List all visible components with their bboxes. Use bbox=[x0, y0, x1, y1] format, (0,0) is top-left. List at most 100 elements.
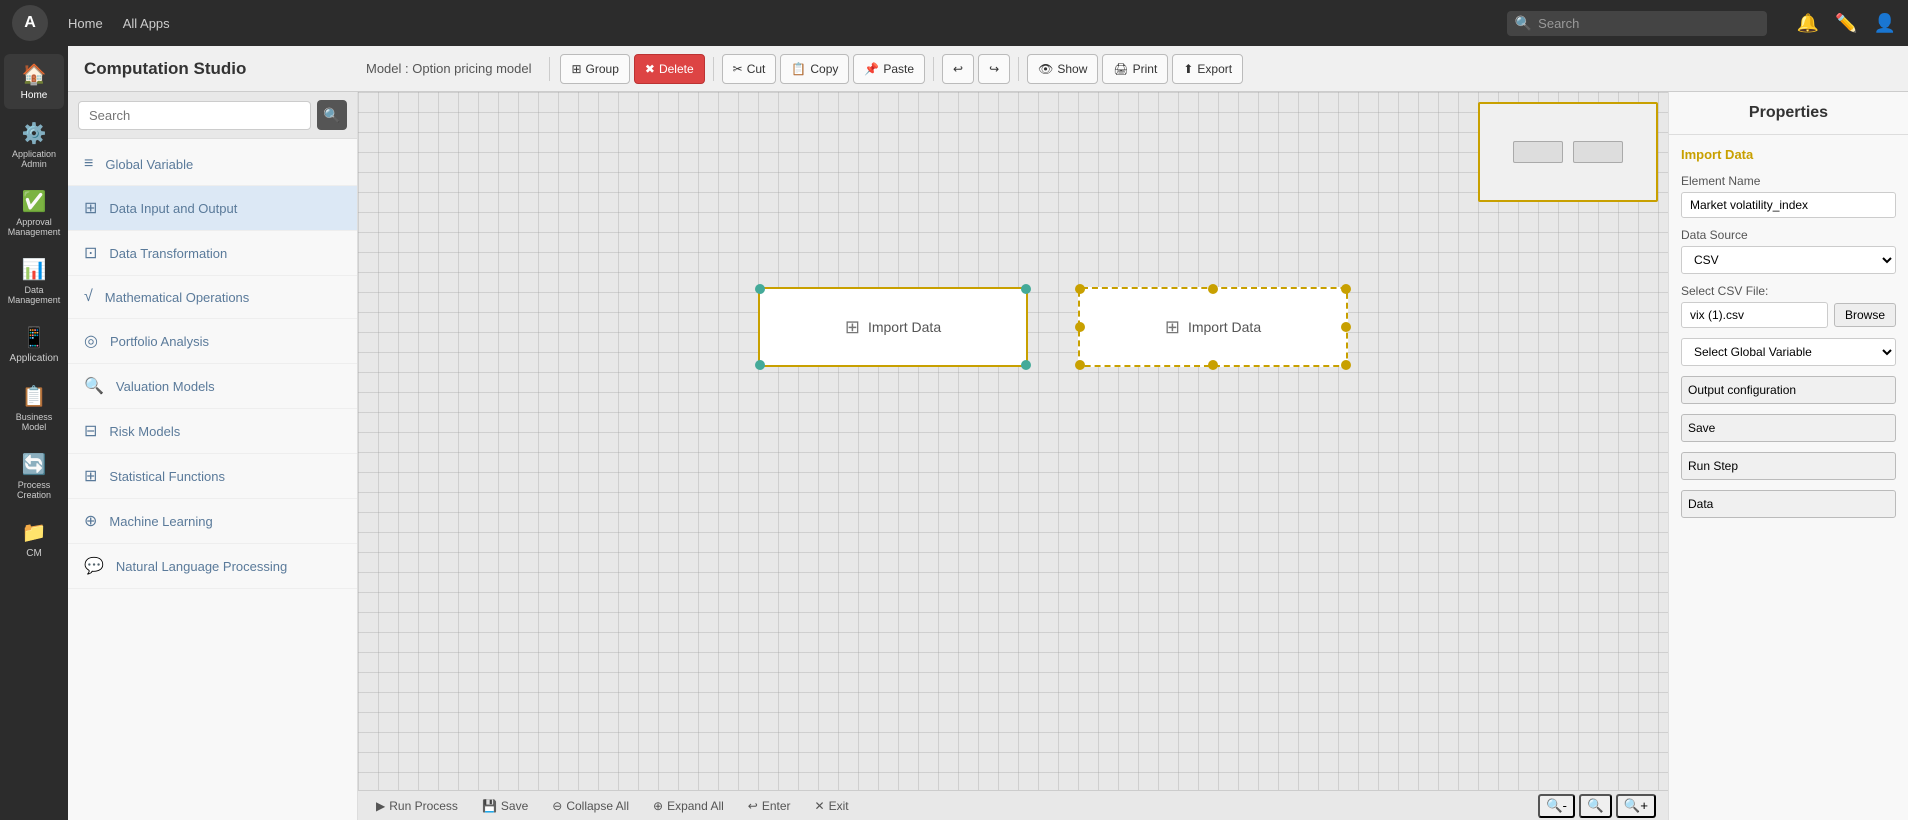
canvas-area[interactable]: ⊞ Import Data ⊞ Import Data bbox=[358, 92, 1668, 790]
prop-element-name-input[interactable] bbox=[1681, 192, 1896, 218]
export-button[interactable]: ⬆ Export bbox=[1172, 54, 1243, 84]
node1-handle-tl[interactable] bbox=[755, 284, 765, 294]
node1-icon: ⊞ bbox=[845, 317, 860, 338]
prop-browse-button[interactable]: Browse bbox=[1834, 303, 1896, 327]
component-data-transformation[interactable]: ⊡ Data Transformation bbox=[68, 231, 357, 276]
zoom-in-button[interactable]: 🔍+ bbox=[1616, 794, 1656, 818]
print-button[interactable]: 🖨 Print bbox=[1102, 54, 1168, 84]
component-global-variable-label: Global Variable bbox=[105, 157, 193, 172]
run-process-button[interactable]: ▶ Run Process bbox=[370, 797, 464, 815]
enter-label: Enter bbox=[762, 799, 791, 813]
app-logo[interactable]: A bbox=[12, 5, 48, 41]
properties-panel: Properties Import Data Element Name Data… bbox=[1668, 92, 1908, 820]
copy-label: Copy bbox=[810, 62, 838, 76]
component-data-input-output[interactable]: ⊞ Data Input and Output bbox=[68, 186, 357, 231]
undo-button[interactable]: ↩ bbox=[942, 54, 974, 84]
collapse-all-button[interactable]: ⊖ Collapse All bbox=[546, 797, 635, 815]
node1-handle-br[interactable] bbox=[1021, 360, 1031, 370]
component-math-ops-label: Mathematical Operations bbox=[105, 290, 250, 305]
paste-icon: 📌 bbox=[864, 62, 879, 76]
portfolio-icon: ◎ bbox=[84, 331, 98, 351]
component-math-ops[interactable]: √ Mathematical Operations bbox=[68, 276, 357, 319]
copy-button[interactable]: 📋 Copy bbox=[780, 54, 849, 84]
sidebar-item-process[interactable]: 🔄 Process Creation bbox=[4, 444, 64, 508]
bell-icon[interactable]: 🔔 bbox=[1797, 13, 1819, 34]
sidebar-item-business-model-label: Business Model bbox=[8, 412, 60, 432]
prop-data-source-group: Data Source CSV Excel Database API bbox=[1681, 228, 1896, 274]
canvas-node-2[interactable]: ⊞ Import Data bbox=[1078, 287, 1348, 367]
component-portfolio-analysis[interactable]: ◎ Portfolio Analysis bbox=[68, 319, 357, 364]
node1-handle-tr[interactable] bbox=[1021, 284, 1031, 294]
group-button[interactable]: ⊞ Group bbox=[560, 54, 629, 84]
prop-csv-file-row: vix (1).csv Browse bbox=[1681, 302, 1896, 328]
component-global-variable[interactable]: ≡ Global Variable bbox=[68, 143, 357, 186]
sidebar-item-home[interactable]: 🏠 Home bbox=[4, 54, 64, 109]
prop-data-source-select[interactable]: CSV Excel Database API bbox=[1681, 246, 1896, 274]
node1-handle-bl[interactable] bbox=[755, 360, 765, 370]
exit-button[interactable]: ✕ Exit bbox=[809, 797, 855, 815]
run-process-label: Run Process bbox=[389, 799, 458, 813]
zoom-fit-button[interactable]: 🔍 bbox=[1579, 794, 1612, 818]
node2-handle-br[interactable] bbox=[1341, 360, 1351, 370]
component-valuation-models[interactable]: 🔍 Valuation Models bbox=[68, 364, 357, 409]
user-icon[interactable]: 👤 bbox=[1874, 13, 1896, 34]
sidebar-item-data-mgmt[interactable]: 📊 Data Management bbox=[4, 249, 64, 313]
sidebar-item-app-admin[interactable]: ⚙️ Application Admin bbox=[4, 113, 64, 177]
nav-icon-group: 🔔 ✏️ 👤 bbox=[1797, 13, 1896, 34]
math-ops-icon: √ bbox=[84, 288, 93, 306]
node2-handle-tr[interactable] bbox=[1341, 284, 1351, 294]
prop-run-step-button[interactable]: Run Step bbox=[1681, 452, 1896, 480]
delete-button[interactable]: ✖ Delete bbox=[634, 54, 705, 84]
global-search-input[interactable] bbox=[1538, 16, 1738, 31]
prop-data-button[interactable]: Data bbox=[1681, 490, 1896, 518]
ml-icon: ⊕ bbox=[84, 511, 97, 531]
nav-home[interactable]: Home bbox=[68, 16, 103, 31]
workspace: Computation Studio Model : Option pricin… bbox=[68, 46, 1908, 820]
redo-button[interactable]: ↪ bbox=[978, 54, 1010, 84]
expand-all-button[interactable]: ⊕ Expand All bbox=[647, 797, 730, 815]
sidebar-item-approval[interactable]: ✅ Approval Management bbox=[4, 181, 64, 245]
component-search-input[interactable] bbox=[78, 101, 311, 130]
prop-global-variable-select[interactable]: Select Global Variable bbox=[1681, 338, 1896, 366]
sidebar-item-business-model[interactable]: 📋 Business Model bbox=[4, 376, 64, 440]
component-search-header: 🔍 bbox=[68, 92, 357, 139]
prop-element-name-label: Element Name bbox=[1681, 174, 1896, 188]
component-machine-learning[interactable]: ⊕ Machine Learning bbox=[68, 499, 357, 544]
enter-button[interactable]: ↩ Enter bbox=[742, 797, 797, 815]
run-process-icon: ▶ bbox=[376, 799, 385, 813]
search-icon: 🔍 bbox=[1515, 15, 1532, 32]
edit-icon[interactable]: ✏️ bbox=[1835, 13, 1857, 34]
toolbar-sep-2 bbox=[713, 57, 714, 81]
prop-output-config-button[interactable]: Output configuration bbox=[1681, 376, 1896, 404]
header-toolbar: Computation Studio Model : Option pricin… bbox=[68, 46, 1908, 92]
node2-handle-rm[interactable] bbox=[1341, 322, 1351, 332]
cut-button[interactable]: ✂ Cut bbox=[722, 54, 777, 84]
export-icon: ⬆ bbox=[1183, 62, 1193, 76]
sidebar-item-app-admin-label: Application Admin bbox=[8, 149, 60, 169]
prop-data-source-label: Data Source bbox=[1681, 228, 1896, 242]
node1-label: Import Data bbox=[868, 319, 941, 335]
minimap-node-1 bbox=[1513, 141, 1563, 163]
toolbar: Model : Option pricing model ⊞ Group ✖ D… bbox=[358, 54, 1908, 84]
node2-handle-tm[interactable] bbox=[1208, 284, 1218, 294]
component-nlp[interactable]: 💬 Natural Language Processing bbox=[68, 544, 357, 589]
component-risk-models[interactable]: ⊟ Risk Models bbox=[68, 409, 357, 454]
node2-handle-bm[interactable] bbox=[1208, 360, 1218, 370]
paste-button[interactable]: 📌 Paste bbox=[853, 54, 925, 84]
sidebar-item-application[interactable]: 📱 Application bbox=[4, 317, 64, 372]
prop-save-button[interactable]: Save bbox=[1681, 414, 1896, 442]
canvas-node-1[interactable]: ⊞ Import Data bbox=[758, 287, 1028, 367]
node2-handle-bl[interactable] bbox=[1075, 360, 1085, 370]
component-statistical-functions[interactable]: ⊞ Statistical Functions bbox=[68, 454, 357, 499]
risk-models-icon: ⊟ bbox=[84, 421, 97, 441]
group-label: Group bbox=[586, 62, 619, 76]
component-nlp-label: Natural Language Processing bbox=[116, 559, 287, 574]
show-button[interactable]: 👁 Show bbox=[1027, 54, 1098, 84]
component-search-button[interactable]: 🔍 bbox=[317, 100, 347, 130]
sidebar-item-cm[interactable]: 📁 CM bbox=[4, 512, 64, 567]
zoom-out-button[interactable]: 🔍- bbox=[1538, 794, 1575, 818]
node2-handle-tl[interactable] bbox=[1075, 284, 1085, 294]
nav-all-apps[interactable]: All Apps bbox=[123, 16, 170, 31]
save-status-button[interactable]: 💾 Save bbox=[476, 797, 534, 815]
node2-handle-lm[interactable] bbox=[1075, 322, 1085, 332]
